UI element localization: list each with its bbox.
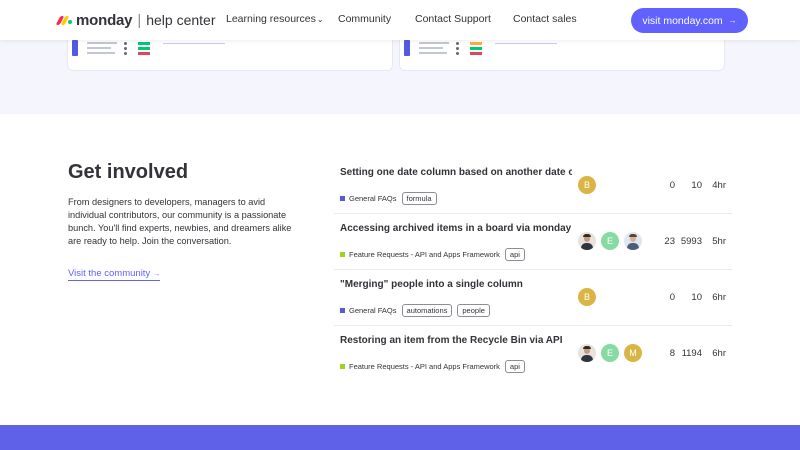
- activity-time[interactable]: 6hr: [702, 348, 726, 359]
- reply-count: 23: [664, 236, 675, 247]
- nav-community[interactable]: Community: [338, 13, 391, 25]
- reply-count: 8: [669, 348, 675, 359]
- category-color-icon: [340, 196, 345, 201]
- topic-participants: B: [578, 288, 601, 306]
- board-thumbnail-image: [72, 40, 152, 58]
- article-card-1[interactable]: [67, 40, 393, 71]
- card-highlight-line: [495, 40, 557, 44]
- topic-participants: E: [578, 232, 647, 250]
- topic-title[interactable]: Restoring an item from the Recycle Bin v…: [340, 335, 572, 346]
- arrow-right-icon: →: [153, 271, 161, 278]
- category-color-icon: [340, 308, 345, 313]
- avatar[interactable]: E: [601, 232, 619, 250]
- get-involved-title: Get involved: [68, 161, 189, 183]
- get-involved-description: From designers to developers, managers t…: [68, 197, 292, 246]
- topic-category[interactable]: Feature Requests - API and Apps Framewor…: [349, 250, 500, 259]
- monday-logo-icon: [55, 15, 73, 25]
- nav-learning-resources[interactable]: Learning resources⌄: [226, 13, 324, 25]
- topic-category[interactable]: General FAQs: [349, 194, 397, 203]
- topic-stats: 0 10 6hr: [655, 292, 726, 303]
- topic-tag[interactable]: api: [504, 360, 525, 373]
- avatar[interactable]: E: [601, 344, 619, 362]
- topic-tag[interactable]: api: [504, 248, 525, 261]
- article-card-2[interactable]: [399, 40, 725, 71]
- topic-tag[interactable]: people: [457, 304, 490, 317]
- avatar[interactable]: B: [578, 176, 596, 194]
- footer-band: [0, 425, 800, 450]
- logo-separator: |: [137, 11, 142, 29]
- topic-row[interactable]: Restoring an item from the Recycle Bin v…: [334, 326, 732, 382]
- avatar[interactable]: [624, 232, 642, 250]
- top-navigation-bar: monday | help center Learning resources⌄…: [0, 0, 800, 40]
- top-section-band: [0, 40, 800, 114]
- view-count: 5993: [680, 236, 702, 247]
- view-count: 10: [691, 292, 702, 303]
- monday-help-center-logo[interactable]: monday | help center: [55, 10, 216, 30]
- topic-row[interactable]: Setting one date column based on another…: [334, 158, 732, 214]
- category-color-icon: [340, 252, 345, 257]
- logo-wordmark: monday: [76, 11, 133, 29]
- topic-stats: 8 1194 6hr: [655, 348, 726, 359]
- topic-title[interactable]: "Merging" people into a single column: [340, 279, 572, 290]
- topic-meta: Feature Requests - API and Apps Framewor…: [340, 360, 525, 373]
- topic-title[interactable]: Accessing archived items in a board via …: [340, 223, 572, 234]
- avatar[interactable]: B: [578, 288, 596, 306]
- visit-community-label: Visit the community: [68, 268, 151, 279]
- logo-subtitle: help center: [146, 12, 216, 28]
- topic-participants: EM: [578, 344, 647, 362]
- topic-tag[interactable]: formula: [401, 192, 437, 205]
- visit-monday-button[interactable]: visit monday.com →: [631, 8, 748, 33]
- nav-learning-label: Learning resources: [226, 13, 316, 25]
- topic-title[interactable]: Setting one date column based on another…: [340, 167, 572, 178]
- topic-participants: B: [578, 176, 601, 194]
- chevron-down-icon: ⌄: [316, 15, 324, 24]
- avatar[interactable]: M: [624, 344, 642, 362]
- topic-row[interactable]: Accessing archived items in a board via …: [334, 214, 732, 270]
- visit-button-label: visit monday.com: [642, 14, 723, 27]
- view-count: 10: [691, 180, 702, 191]
- topic-meta: Feature Requests - API and Apps Framewor…: [340, 248, 525, 261]
- board-thumbnail-image: [404, 40, 484, 58]
- topic-meta: General FAQs automations people: [340, 304, 490, 317]
- activity-time[interactable]: 5hr: [702, 236, 726, 247]
- topic-tag[interactable]: automations: [401, 304, 453, 317]
- activity-time[interactable]: 4hr: [702, 180, 726, 191]
- category-color-icon: [340, 364, 345, 369]
- topic-stats: 0 10 4hr: [655, 180, 726, 191]
- community-topics-list: Setting one date column based on another…: [334, 158, 732, 382]
- reply-count: 0: [669, 292, 675, 303]
- reply-count: 0: [669, 180, 675, 191]
- topic-row[interactable]: "Merging" people into a single column Gen…: [334, 270, 732, 326]
- card-highlight-line: [163, 40, 225, 44]
- topic-category[interactable]: Feature Requests - API and Apps Framewor…: [349, 362, 500, 371]
- activity-time[interactable]: 6hr: [702, 292, 726, 303]
- nav-contact-support[interactable]: Contact Support: [415, 13, 491, 25]
- view-count: 1194: [681, 348, 702, 359]
- topic-meta: General FAQs formula: [340, 192, 437, 205]
- nav-contact-sales[interactable]: Contact sales: [513, 13, 577, 25]
- topic-category[interactable]: General FAQs: [349, 306, 397, 315]
- arrow-right-icon: →: [728, 16, 737, 25]
- avatar[interactable]: [578, 232, 596, 250]
- visit-community-link[interactable]: Visit the community →: [68, 268, 161, 281]
- topic-stats: 23 5993 5hr: [655, 236, 726, 247]
- avatar[interactable]: [578, 344, 596, 362]
